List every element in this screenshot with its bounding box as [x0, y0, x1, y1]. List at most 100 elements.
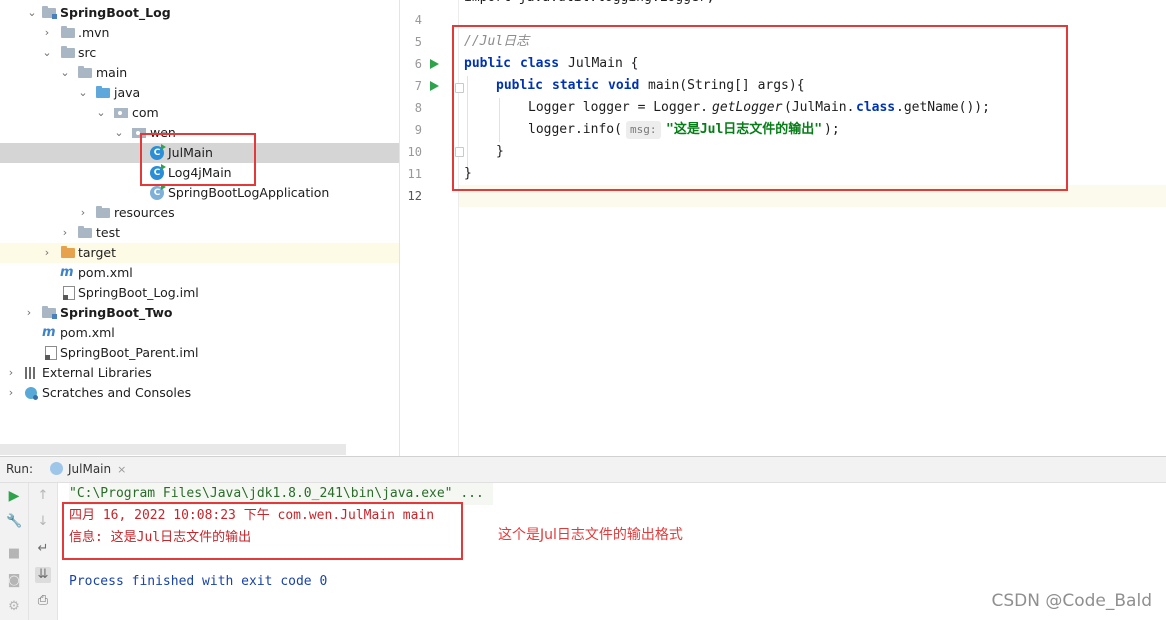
tree-item-label: .mvn	[78, 25, 110, 40]
code-line: Logger logger = Logger. getLogger (JulMa…	[528, 100, 990, 115]
tree-item-java[interactable]: ⌄ java	[0, 83, 399, 103]
tree-item-scratches[interactable]: › Scratches and Consoles	[0, 383, 399, 403]
chevron-right-icon[interactable]: ›	[77, 203, 89, 223]
horizontal-scrollbar[interactable]	[0, 444, 346, 455]
tree-item-label: com	[132, 105, 159, 120]
code-line: //Jul日志	[464, 34, 530, 49]
watermark: CSDN @Code_Bald	[991, 591, 1153, 611]
tree-item-label: SpringBoot_Parent.iml	[60, 345, 199, 360]
tree-item-label: SpringBootLogApplication	[168, 185, 330, 200]
wrench-icon[interactable]: 🔧	[6, 514, 22, 530]
class-icon: C	[150, 164, 166, 180]
tree-item-label: java	[114, 85, 141, 100]
print-icon[interactable]: ⎙	[35, 593, 51, 609]
chevron-down-icon[interactable]: ⌄	[77, 83, 89, 103]
run-config-icon	[50, 462, 63, 475]
line-number: 5	[414, 35, 422, 49]
tree-item-springboot-log[interactable]: ⌄ SpringBoot_Log	[0, 3, 399, 23]
tree-item-label: wen	[150, 125, 176, 140]
run-label: Run:	[6, 462, 34, 476]
tree-item-com[interactable]: ⌄ com	[0, 103, 399, 123]
scroll-to-end-icon[interactable]: ⇊	[35, 567, 51, 583]
tree-item-parent-iml[interactable]: SpringBoot_Parent.iml	[0, 343, 399, 363]
tree-item-resources[interactable]: › resources	[0, 203, 399, 223]
soft-wrap-icon[interactable]: ↵	[35, 541, 51, 557]
run-main-icon[interactable]	[430, 81, 439, 91]
chevron-right-icon[interactable]: ›	[5, 383, 17, 403]
tree-item-wen[interactable]: ⌄ wen	[0, 123, 399, 143]
tree-item-mvn[interactable]: › .mvn	[0, 23, 399, 43]
parameter-hint: msg:	[626, 121, 661, 139]
console-log-line: 四月 16, 2022 10:08:23 下午 com.wen.JulMain …	[69, 508, 435, 523]
tree-item-label: resources	[114, 205, 175, 220]
run-panel-header: Run: JulMain ×	[0, 457, 1166, 483]
tree-item-label: src	[78, 45, 97, 60]
stop-icon[interactable]: ■	[6, 546, 22, 562]
tree-item-springboot-two[interactable]: › SpringBoot_Two	[0, 303, 399, 323]
close-icon[interactable]: ×	[117, 463, 126, 476]
tree-item-julmain[interactable]: C JulMain	[0, 143, 399, 163]
current-code-line	[459, 185, 1166, 207]
chevron-down-icon[interactable]: ⌄	[95, 103, 107, 123]
maven-icon: m	[60, 265, 74, 280]
line-number: 8	[414, 101, 422, 115]
package-icon	[114, 108, 128, 118]
tree-item-pom[interactable]: m pom.xml	[0, 263, 399, 283]
module-folder-icon	[42, 6, 57, 19]
line-number: 9	[414, 123, 422, 137]
tree-item-main[interactable]: ⌄ main	[0, 63, 399, 83]
line-number: 12	[407, 189, 422, 203]
libraries-icon	[24, 366, 38, 380]
folder-icon	[78, 226, 92, 238]
code-line: logger.info( msg: "这是Jul日志文件的输出" );	[528, 121, 840, 139]
run-tab-label: JulMain	[68, 462, 112, 476]
project-tree: ⌄ SpringBoot_Log › .mvn ⌄ src ⌄ main ⌄ j…	[0, 0, 399, 456]
chevron-right-icon[interactable]: ›	[41, 243, 53, 263]
line-number: 10	[407, 145, 422, 159]
tree-item-label: target	[78, 245, 117, 260]
spring-class-icon: C	[150, 184, 166, 200]
run-class-icon[interactable]	[430, 59, 439, 69]
chevron-right-icon[interactable]: ›	[5, 363, 17, 383]
run-toolbar-primary: ▶ 🔧 ■ ◙ ⚙	[0, 483, 29, 620]
code-line: }	[464, 166, 472, 181]
camera-icon[interactable]: ◙	[6, 573, 22, 589]
code-line: public class JulMain {	[464, 56, 639, 71]
tree-item-label: SpringBoot_Log	[60, 5, 171, 20]
tree-item-src[interactable]: ⌄ src	[0, 43, 399, 63]
line-number: 11	[407, 167, 422, 181]
chevron-down-icon[interactable]: ⌄	[113, 123, 125, 143]
line-number: 6	[414, 57, 422, 71]
tree-item-log4jmain[interactable]: C Log4jMain	[0, 163, 399, 183]
tree-item-label: Log4jMain	[168, 165, 232, 180]
arrow-up-icon[interactable]: ↑	[35, 488, 51, 504]
line-number: 7	[414, 79, 422, 93]
settings-icon[interactable]: ⚙	[6, 599, 22, 615]
folder-icon	[61, 46, 75, 58]
chevron-down-icon[interactable]: ⌄	[26, 3, 38, 23]
tree-item-label: JulMain	[168, 145, 213, 160]
run-tab-julmain[interactable]: JulMain ×	[44, 457, 136, 482]
resources-folder-icon	[96, 206, 110, 218]
folder-icon	[78, 66, 92, 78]
console-exit-line: Process finished with exit code 0	[69, 574, 328, 589]
chevron-down-icon[interactable]: ⌄	[59, 63, 71, 83]
tree-item-label: SpringBoot_Two	[60, 305, 173, 320]
tree-item-parent-pom[interactable]: m pom.xml	[0, 323, 399, 343]
maven-icon: m	[42, 325, 56, 340]
chevron-down-icon[interactable]: ⌄	[41, 43, 53, 63]
rerun-icon[interactable]: ▶	[6, 488, 22, 504]
tree-item-target[interactable]: › target	[0, 243, 399, 263]
arrow-down-icon[interactable]: ↓	[35, 514, 51, 530]
folder-icon	[61, 26, 75, 38]
tree-item-springbootlogapplication[interactable]: C SpringBootLogApplication	[0, 183, 399, 203]
chevron-right-icon[interactable]: ›	[41, 23, 53, 43]
chevron-right-icon[interactable]: ›	[59, 223, 71, 243]
tree-item-springboot-log-iml[interactable]: SpringBoot_Log.iml	[0, 283, 399, 303]
tree-item-label: pom.xml	[60, 325, 115, 340]
chevron-right-icon[interactable]: ›	[23, 303, 35, 323]
code-line: }	[496, 144, 504, 159]
tree-item-test[interactable]: › test	[0, 223, 399, 243]
tree-item-external-libraries[interactable]: › External Libraries	[0, 363, 399, 383]
console-log-line: 信息: 这是Jul日志文件的输出	[69, 530, 252, 545]
